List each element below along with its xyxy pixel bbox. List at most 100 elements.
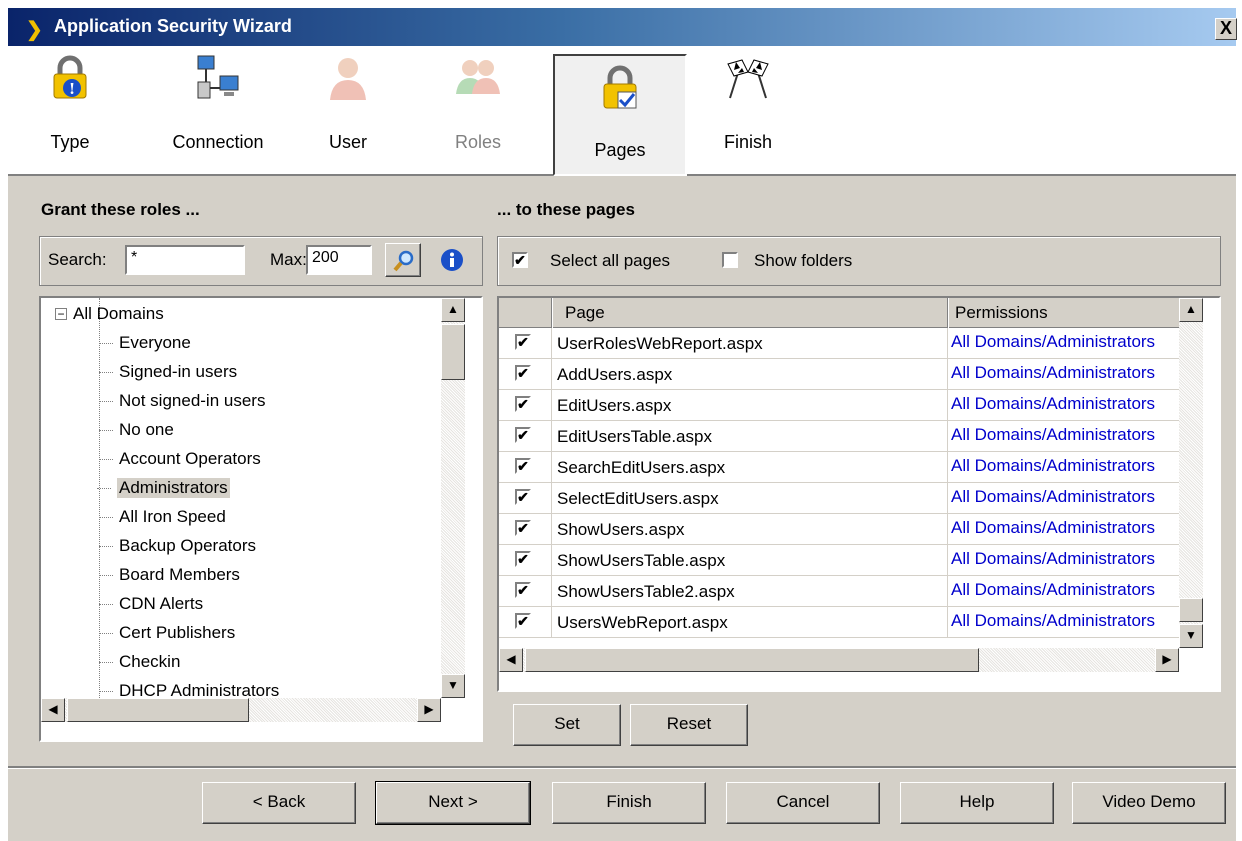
show-folders-checkbox[interactable] — [722, 252, 738, 268]
page-cell: SelectEditUsers.aspx — [557, 489, 719, 508]
tree-item[interactable]: Cert Publishers — [98, 623, 235, 643]
search-icon — [393, 250, 414, 272]
row-checkbox[interactable] — [515, 520, 531, 536]
search-button[interactable] — [385, 243, 421, 277]
table-row[interactable]: ShowUsersTable.aspx All Domains/Administr… — [499, 545, 1179, 576]
row-checkbox[interactable] — [515, 582, 531, 598]
table-row[interactable]: UsersWebReport.aspx All Domains/Administr… — [499, 607, 1179, 638]
table-row[interactable]: SearchEditUsers.aspx All Domains/Administ… — [499, 452, 1179, 483]
step-label: Connection — [172, 132, 264, 152]
row-checkbox[interactable] — [515, 396, 531, 412]
row-checkbox[interactable] — [515, 365, 531, 381]
scroll-right-button[interactable]: ▶ — [417, 698, 441, 722]
row-divider — [551, 576, 552, 606]
tree-item[interactable]: DHCP Administrators — [98, 681, 279, 698]
scroll-left-button[interactable]: ◀ — [499, 648, 523, 672]
set-button[interactable]: Set — [513, 704, 621, 746]
grid-hscrollbar[interactable]: ◀ ▶ — [499, 648, 1179, 672]
table-row[interactable]: ShowUsersTable2.aspx All Domains/Administ… — [499, 576, 1179, 607]
row-checkbox[interactable] — [515, 427, 531, 443]
back-button[interactable]: < Back — [202, 782, 356, 824]
help-button[interactable]: Help — [900, 782, 1054, 824]
video-demo-button[interactable]: Video Demo — [1072, 782, 1226, 824]
tree-item[interactable]: Account Operators — [99, 449, 261, 469]
wizard-steps: ! Type Connection User Roles Pages Finis… — [8, 46, 1236, 176]
tree-item[interactable]: Board Members — [99, 565, 240, 585]
tree-item[interactable]: No one — [99, 420, 174, 440]
show-folders-label[interactable]: Show folders — [754, 251, 852, 271]
tree-item[interactable]: CDN Alerts — [98, 594, 203, 614]
tree-item[interactable]: Signed-in users — [98, 362, 237, 382]
grid-vscrollbar[interactable]: ▲ ▼ — [1179, 298, 1203, 648]
permissions-cell[interactable]: All Domains/Administrators — [951, 363, 1155, 383]
permissions-cell[interactable]: All Domains/Administrators — [951, 580, 1155, 600]
select-all-label[interactable]: Select all pages — [550, 251, 670, 271]
cancel-button[interactable]: Cancel — [726, 782, 880, 824]
table-row[interactable]: AddUsers.aspx All Domains/Administrators — [499, 359, 1179, 390]
table-row[interactable]: EditUsers.aspx All Domains/Administrators — [499, 390, 1179, 421]
row-checkbox[interactable] — [515, 489, 531, 505]
table-row[interactable]: UserRolesWebReport.aspx All Domains/Admin… — [499, 328, 1179, 359]
tree-hscrollbar[interactable]: ◀ ▶ — [41, 698, 441, 722]
scroll-left-button[interactable]: ◀ — [41, 698, 65, 722]
hscroll-thumb[interactable] — [67, 698, 249, 722]
step-connection[interactable]: Connection — [158, 46, 278, 174]
tree-item[interactable]: Not signed-in users — [98, 391, 265, 411]
permissions-cell[interactable]: All Domains/Administrators — [951, 549, 1155, 569]
scroll-thumb[interactable] — [1179, 598, 1203, 622]
step-roles: Roles — [438, 46, 518, 174]
step-type[interactable]: ! Type — [30, 46, 110, 174]
max-input[interactable]: 200 — [306, 245, 372, 275]
page-cell: ShowUsersTable.aspx — [557, 551, 726, 570]
permissions-cell[interactable]: All Domains/Administrators — [951, 487, 1155, 507]
permissions-cell[interactable]: All Domains/Administrators — [951, 425, 1155, 445]
row-divider — [551, 390, 552, 420]
tree-item[interactable]: Everyone — [99, 333, 191, 353]
permissions-cell[interactable]: All Domains/Administrators — [951, 611, 1155, 631]
collapse-toggle-icon[interactable]: − — [55, 308, 67, 320]
finish-button[interactable]: Finish — [552, 782, 706, 824]
tree-root[interactable]: All Domains — [73, 304, 164, 324]
scroll-thumb[interactable] — [441, 324, 465, 380]
hscroll-thumb[interactable] — [525, 648, 979, 672]
table-row[interactable]: EditUsersTable.aspx All Domains/Administr… — [499, 421, 1179, 452]
row-checkbox[interactable] — [515, 334, 531, 350]
scroll-up-button[interactable]: ▲ — [441, 298, 465, 322]
tree-item[interactable]: Checkin — [98, 652, 180, 672]
info-icon[interactable] — [440, 248, 464, 272]
permissions-cell[interactable]: All Domains/Administrators — [951, 518, 1155, 538]
roles-header: Grant these roles ... — [41, 200, 200, 219]
tree-item[interactable]: Administrators — [97, 478, 230, 498]
select-all-checkbox[interactable] — [512, 252, 528, 268]
step-finish[interactable]: Finish — [708, 46, 788, 174]
permissions-cell[interactable]: All Domains/Administrators — [951, 394, 1155, 414]
tree-item[interactable]: All Iron Speed — [99, 507, 226, 527]
search-input[interactable]: * — [125, 245, 245, 275]
row-checkbox[interactable] — [515, 458, 531, 474]
permissions-cell[interactable]: All Domains/Administrators — [951, 332, 1155, 352]
page-options-group: Select all pages Show folders — [497, 236, 1221, 286]
page-cell: AddUsers.aspx — [557, 365, 673, 384]
reset-button[interactable]: Reset — [630, 704, 748, 746]
roles-tree[interactable]: − All Domains Everyone Signed-in users Not… — [39, 296, 483, 742]
row-checkbox[interactable] — [515, 613, 531, 629]
table-row[interactable]: SelectEditUsers.aspx All Domains/Administ… — [499, 483, 1179, 514]
next-button[interactable]: Next > — [375, 781, 531, 825]
row-checkbox[interactable] — [515, 551, 531, 567]
step-pages[interactable]: Pages — [553, 54, 687, 176]
page-column-header[interactable]: Page — [565, 303, 605, 323]
table-row[interactable]: ShowUsers.aspx All Domains/Administrators — [499, 514, 1179, 545]
close-button[interactable]: X — [1215, 18, 1237, 40]
row-divider — [947, 545, 948, 575]
permissions-column-header[interactable]: Permissions — [955, 303, 1048, 323]
scroll-right-button[interactable]: ▶ — [1155, 648, 1179, 672]
header-divider — [947, 298, 948, 328]
tree-vscrollbar[interactable]: ▲ ▼ — [441, 298, 465, 698]
pages-grid[interactable]: Page Permissions UserRolesWebReport.aspx… — [497, 296, 1221, 692]
tree-item[interactable]: Backup Operators — [98, 536, 256, 556]
permissions-cell[interactable]: All Domains/Administrators — [951, 456, 1155, 476]
scroll-up-button[interactable]: ▲ — [1179, 298, 1203, 322]
scroll-down-button[interactable]: ▼ — [1179, 624, 1203, 648]
row-divider — [947, 607, 948, 637]
scroll-down-button[interactable]: ▼ — [441, 674, 465, 698]
